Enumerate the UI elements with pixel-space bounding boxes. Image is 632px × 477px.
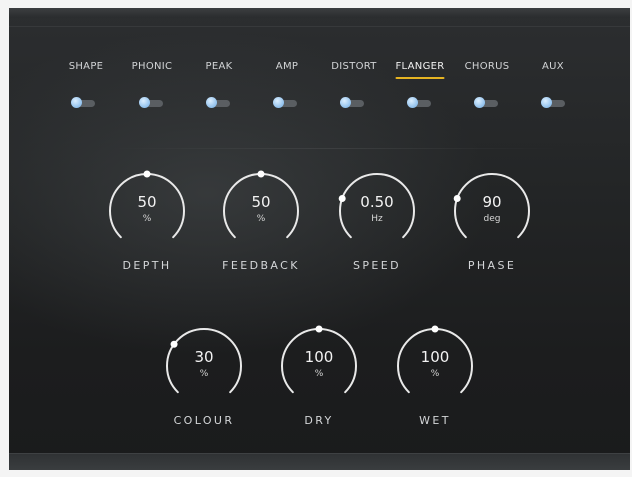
knob-value: 50: [137, 193, 157, 211]
section-divider: [111, 148, 560, 149]
toggle-phonic[interactable]: [139, 97, 163, 109]
toggle-thumb: [273, 97, 284, 108]
toggle-amp[interactable]: [273, 97, 297, 109]
feedback-knob[interactable]: 50 %: [218, 168, 304, 254]
knob-value: 0.50: [360, 193, 394, 211]
knob-indicator: [431, 325, 439, 333]
knob-indicator: [315, 325, 323, 333]
knob-dial: [397, 325, 473, 394]
toggle-shape[interactable]: [71, 97, 95, 109]
knob-unit: %: [314, 369, 324, 379]
phase-label: PHASE: [467, 259, 517, 272]
knob-value: 30: [194, 348, 214, 366]
feedback-label: FEEDBACK: [222, 259, 300, 272]
knob-value: 90: [482, 193, 502, 211]
toggle-thumb: [407, 97, 418, 108]
toggle-chorus[interactable]: [474, 97, 498, 109]
colour-knob[interactable]: 30 %: [161, 323, 247, 409]
tab-label: PEAK: [205, 61, 233, 72]
tab-label: DISTORT: [331, 61, 377, 72]
knob-value: 50: [251, 193, 271, 211]
toggle-thumb: [71, 97, 82, 108]
tab-phonic[interactable]: PHONIC: [132, 61, 173, 72]
top-divider: [9, 26, 630, 27]
tab-amp[interactable]: AMP: [276, 61, 298, 72]
toggle-thumb: [474, 97, 485, 108]
knob-dial: [453, 173, 530, 239]
knob-dial: [281, 325, 357, 394]
knob-unit: %: [142, 214, 152, 224]
toggle-thumb: [139, 97, 150, 108]
tab-label: CHORUS: [464, 61, 510, 72]
tab-peak[interactable]: PEAK: [206, 61, 233, 72]
phase-knob[interactable]: 90 deg: [449, 168, 535, 254]
tab-label: AUX: [542, 61, 564, 72]
tab-aux[interactable]: AUX: [542, 61, 564, 72]
knob-dial: [223, 170, 299, 239]
knob-unit: %: [256, 214, 266, 224]
speed-knob[interactable]: 0.50 Hz: [334, 168, 420, 254]
depth-label: DEPTH: [122, 259, 172, 272]
knob-unit: deg: [483, 214, 501, 224]
top-bar: [9, 8, 630, 18]
knob-dial: [166, 328, 242, 394]
tab-distort[interactable]: DISTORT: [331, 61, 376, 72]
toggle-thumb: [541, 97, 552, 108]
tab-chorus[interactable]: CHORUS: [465, 61, 510, 72]
toggle-peak[interactable]: [206, 97, 230, 109]
speed-label: SPEED: [353, 259, 401, 272]
knob-unit: Hz: [371, 214, 383, 224]
toggle-thumb: [340, 97, 351, 108]
toggle-distort[interactable]: [340, 97, 364, 109]
knob-unit: %: [199, 369, 209, 379]
knob-unit: %: [430, 369, 440, 379]
tab-label: AMP: [275, 61, 299, 72]
tab-label: PHONIC: [131, 61, 173, 72]
bottom-bar: [9, 453, 630, 470]
flanger-effect-panel: SHAPE PHONIC PEAK AMP DISTORT FLANGER CH…: [9, 8, 630, 470]
toggle-aux[interactable]: [541, 97, 565, 109]
toggle-thumb: [206, 97, 217, 108]
knob-indicator: [170, 340, 178, 348]
knob-value: 100: [420, 348, 450, 366]
knob-indicator: [257, 170, 265, 178]
knob-value: 100: [304, 348, 334, 366]
dry-knob[interactable]: 100 %: [276, 323, 362, 409]
tab-label: FLANGER: [395, 61, 445, 72]
wet-label: WET: [419, 414, 451, 427]
colour-label: COLOUR: [173, 414, 235, 427]
depth-knob[interactable]: 50 %: [104, 168, 190, 254]
dry-label: DRY: [304, 414, 334, 427]
knob-dial: [338, 173, 415, 239]
tab-flanger[interactable]: FLANGER: [395, 61, 445, 79]
tab-shape[interactable]: SHAPE: [69, 61, 104, 72]
active-tab-underline: [395, 77, 445, 79]
knob-dial: [109, 170, 185, 239]
wet-knob[interactable]: 100 %: [392, 323, 478, 409]
toggle-flanger[interactable]: [407, 97, 431, 109]
tab-label: SHAPE: [68, 61, 104, 72]
knob-indicator: [143, 170, 151, 178]
